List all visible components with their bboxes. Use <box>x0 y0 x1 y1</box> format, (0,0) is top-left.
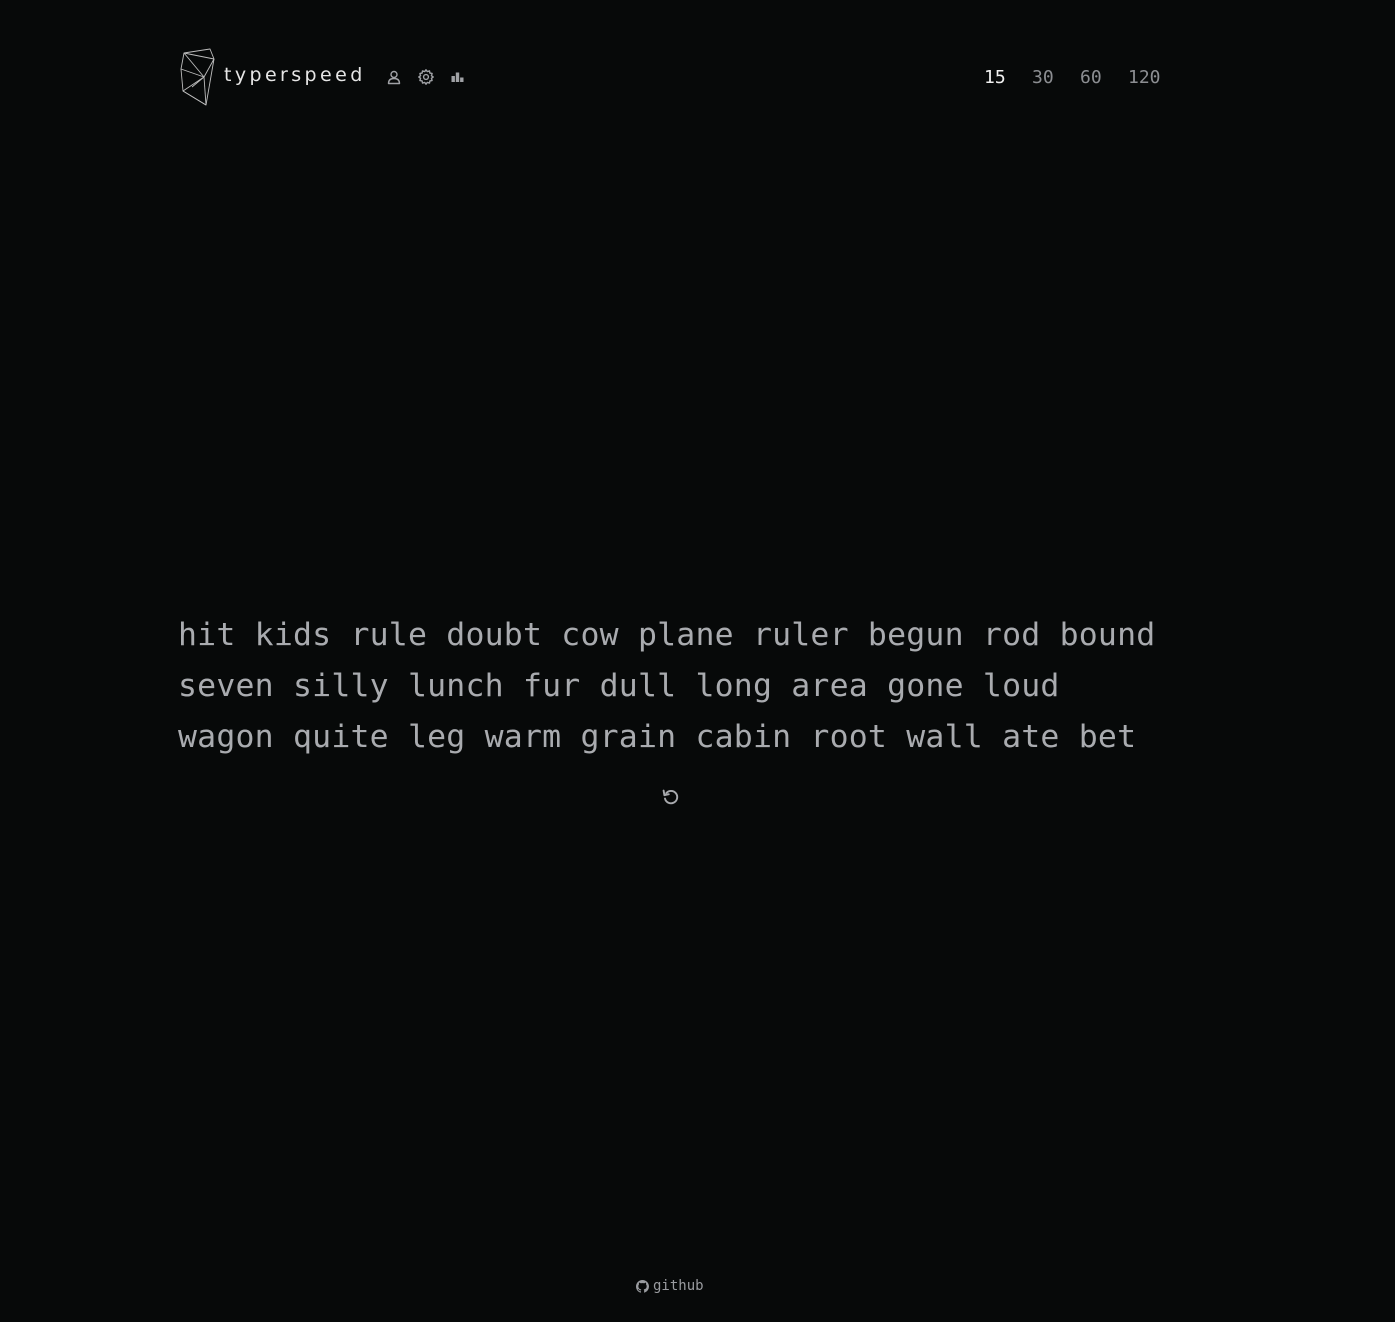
brand-title[interactable]: typerspeed <box>224 63 366 87</box>
github-icon <box>636 1279 649 1293</box>
gear-icon[interactable] <box>417 68 435 86</box>
header: typerspeed 15 30 60 120 <box>0 0 1395 140</box>
typing-words-area[interactable]: hit kids rule doubt cow plane ruler begu… <box>178 610 1178 763</box>
logo-icon <box>180 48 215 106</box>
stats-icon[interactable] <box>449 68 467 86</box>
github-link[interactable]: github <box>636 1277 704 1295</box>
word-line: hit kids rule doubt cow plane ruler begu… <box>178 617 1156 653</box>
word-line: seven silly lunch fur dull long area gon… <box>178 668 1060 704</box>
duration-option-60[interactable]: 60 <box>1080 66 1102 90</box>
duration-option-15[interactable]: 15 <box>984 66 1006 90</box>
restart-icon[interactable] <box>660 786 682 808</box>
user-icon[interactable] <box>385 68 403 86</box>
duration-option-120[interactable]: 120 <box>1128 66 1161 90</box>
duration-option-30[interactable]: 30 <box>1032 66 1054 90</box>
word-line: wagon quite leg warm grain cabin root wa… <box>178 719 1137 755</box>
github-label: github <box>653 1278 704 1294</box>
